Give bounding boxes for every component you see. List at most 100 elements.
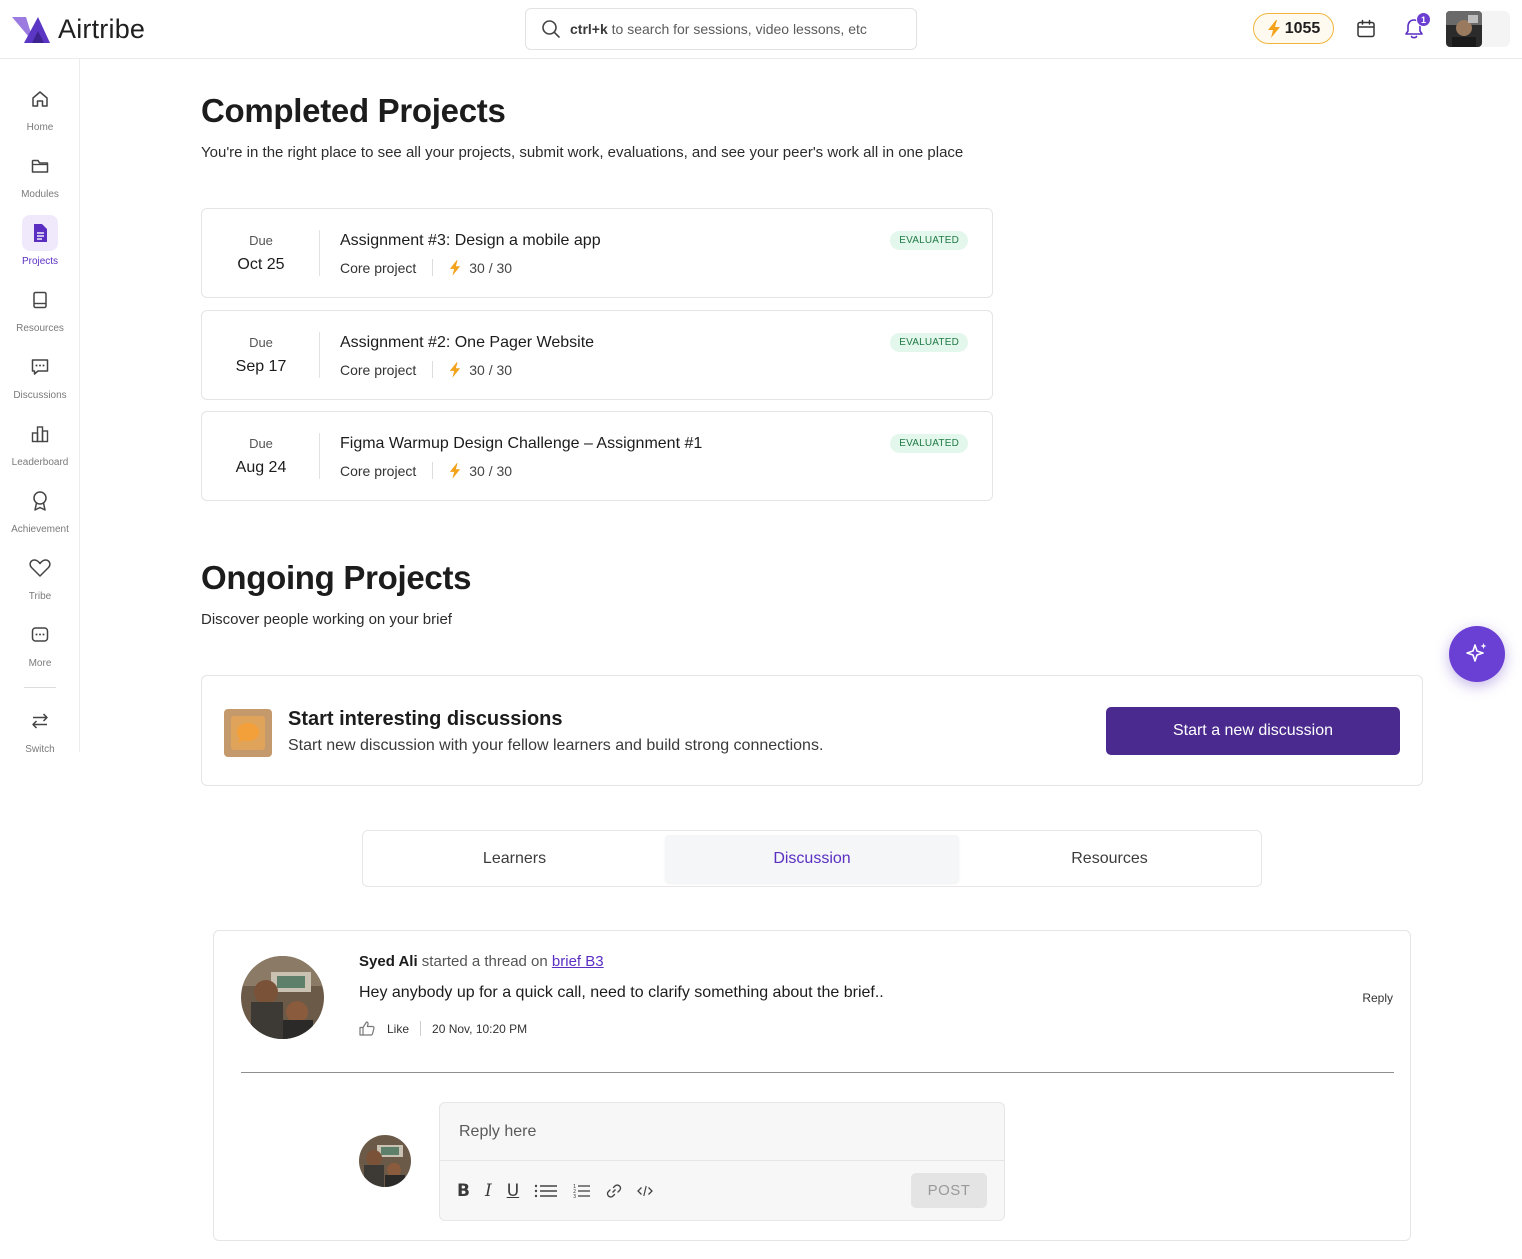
post-button[interactable]: POST (911, 1173, 987, 1208)
divider (319, 433, 320, 479)
svg-text:3: 3 (573, 1194, 576, 1199)
divider (420, 1021, 422, 1036)
author-photo (241, 956, 324, 1039)
bullet-list-icon[interactable] (534, 1180, 558, 1202)
sidebar-item-more[interactable]: More (0, 617, 80, 679)
like-button[interactable]: Like (359, 1021, 409, 1036)
brief-link[interactable]: brief B3 (552, 953, 604, 970)
sidebar-item-switch[interactable]: Switch (0, 703, 80, 765)
divider (319, 230, 320, 276)
project-meta: Core project 30 / 30 (340, 462, 512, 479)
calendar-icon (1357, 19, 1375, 38)
streak-counter[interactable]: 1055 (1253, 13, 1334, 44)
account-menu-area[interactable] (1482, 11, 1510, 47)
notifications-button[interactable]: 1 (1401, 12, 1431, 42)
italic-icon[interactable]: I (485, 1180, 492, 1202)
sidebar-item-label: Modules (21, 189, 59, 200)
project-score: 30 / 30 (449, 260, 512, 276)
author-name[interactable]: Syed Ali (359, 953, 418, 970)
project-card[interactable]: Due Oct 25 Assignment #3: Design a mobil… (201, 208, 993, 298)
project-title[interactable]: Assignment #2: One Pager Website (340, 334, 594, 352)
ongoing-projects-subtitle: Discover people working on your brief (201, 611, 452, 628)
bold-icon[interactable]: B (457, 1180, 470, 1202)
author-avatar[interactable] (241, 956, 324, 1039)
thread-message: Hey anybody up for a quick call, need to… (359, 984, 884, 1001)
switch-icon (22, 703, 58, 739)
search-input[interactable]: ctrl+k to search for sessions, video les… (525, 8, 917, 50)
status-badge: EVALUATED (890, 434, 968, 453)
code-icon[interactable] (637, 1180, 654, 1202)
link-icon[interactable] (606, 1180, 622, 1202)
content-tabs: Learners Discussion Resources (362, 830, 1262, 887)
tab-learners[interactable]: Learners (367, 831, 662, 886)
numbered-list-icon[interactable]: 123 (573, 1180, 591, 1202)
sidebar-item-modules[interactable]: Modules (0, 148, 80, 210)
project-title[interactable]: Assignment #3: Design a mobile app (340, 232, 601, 250)
banner-title: Start interesting discussions (288, 708, 563, 730)
search-icon (542, 20, 560, 38)
thumbs-up-icon (359, 1021, 375, 1036)
more-icon (22, 617, 58, 653)
sidebar-item-tribe[interactable]: Tribe (0, 550, 80, 612)
completed-projects-title: Completed Projects (201, 92, 506, 129)
sidebar-item-label: Projects (21, 256, 59, 267)
score-value: 30 / 30 (469, 259, 513, 276)
heart-icon (22, 550, 58, 586)
search-shortcut: ctrl+k (570, 21, 608, 37)
sidebar-item-home[interactable]: Home (0, 81, 80, 143)
sidebar-item-leaderboard[interactable]: Leaderboard (0, 416, 80, 478)
home-icon (22, 81, 58, 117)
notification-badge: 1 (1416, 12, 1431, 27)
divider (432, 259, 434, 276)
current-user-photo (359, 1135, 411, 1187)
top-bar: Airtribe ctrl+k to search for sessions, … (0, 0, 1522, 59)
project-card[interactable]: Due Aug 24 Figma Warmup Design Challenge… (201, 411, 993, 501)
book-icon (22, 282, 58, 318)
calendar-button[interactable] (1353, 16, 1379, 42)
ai-assistant-button[interactable] (1449, 626, 1505, 682)
chat-icon (22, 349, 58, 385)
thread-header: Syed Ali started a thread on brief B3 (359, 953, 604, 970)
tab-discussion[interactable]: Discussion (665, 835, 959, 883)
formatting-toolbar: B I U 123 (457, 1180, 668, 1202)
sidebar-item-label: Switch (25, 744, 55, 755)
avatar-image (1446, 11, 1482, 47)
reply-editor: Reply here B I U 123 POST (439, 1102, 1005, 1221)
divider (432, 462, 434, 479)
project-type: Core project (340, 462, 417, 479)
tab-resources[interactable]: Resources (962, 831, 1257, 886)
project-title[interactable]: Figma Warmup Design Challenge – Assignme… (340, 435, 702, 453)
divider (432, 361, 434, 378)
start-discussion-button[interactable]: Start a new discussion (1106, 707, 1400, 755)
underline-icon[interactable]: U (507, 1180, 519, 1202)
reply-input[interactable]: Reply here (440, 1103, 1004, 1161)
due-label: Due (249, 233, 273, 248)
chat-bubble-icon (237, 723, 259, 743)
reply-link[interactable]: Reply (1362, 991, 1393, 1005)
ongoing-projects-title: Ongoing Projects (201, 559, 472, 596)
sidebar-item-resources[interactable]: Resources (0, 282, 80, 344)
thread-timestamp: 20 Nov, 10:20 PM (432, 1021, 528, 1036)
project-meta: Core project 30 / 30 (340, 259, 512, 276)
sparkle-icon (1466, 643, 1487, 662)
completed-projects-subtitle: You're in the right place to see all you… (201, 144, 964, 161)
project-card[interactable]: Due Sep 17 Assignment #2: One Pager Webs… (201, 310, 993, 400)
banner-subtitle: Start new discussion with your fellow le… (288, 737, 824, 754)
project-type: Core project (340, 259, 417, 276)
divider (319, 332, 320, 378)
sidebar-item-label: More (28, 658, 52, 669)
sidebar-item-achievement[interactable]: Achievement (0, 483, 80, 545)
sidebar: Home Modules Projects Resources Discussi… (0, 59, 80, 755)
airtribe-logo[interactable]: Airtribe (12, 14, 145, 45)
sidebar-item-projects[interactable]: Projects (0, 215, 80, 277)
project-type: Core project (340, 361, 417, 378)
sidebar-item-discussions[interactable]: Discussions (0, 349, 80, 411)
score-value: 30 / 30 (469, 462, 513, 479)
user-avatar[interactable] (1446, 11, 1482, 47)
score-value: 30 / 30 (469, 361, 513, 378)
project-score: 30 / 30 (449, 362, 512, 378)
status-badge: EVALUATED (890, 333, 968, 352)
due-label: Due (249, 436, 273, 451)
lightning-icon (1267, 19, 1280, 38)
status-badge: EVALUATED (890, 231, 968, 250)
